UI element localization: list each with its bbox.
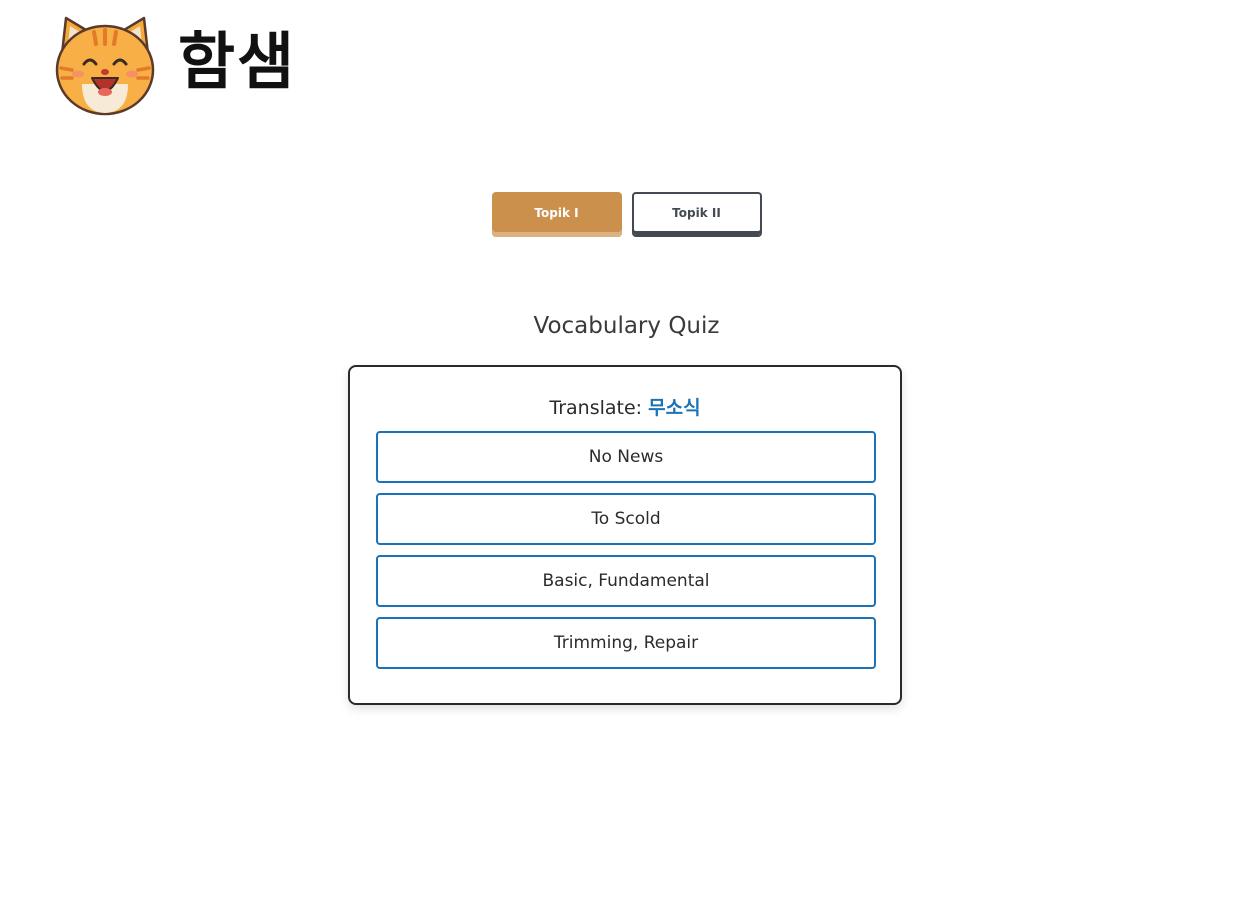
- question-label: Translate:: [549, 397, 643, 419]
- cat-face-icon: [55, 16, 155, 116]
- answer-option-3[interactable]: Basic, Fundamental: [376, 555, 876, 607]
- tab-topik-2[interactable]: Topik II: [631, 192, 762, 237]
- quiz-title: Vocabulary Quiz: [533, 313, 720, 339]
- answer-option-1[interactable]: No News: [376, 431, 876, 483]
- tab-topik-1[interactable]: Topik I: [491, 192, 622, 237]
- logo-wordmark: 함샘: [178, 25, 297, 98]
- question-word: 무소식: [648, 397, 701, 419]
- quiz-card: Translate: 무소식 No News To Scold Basic, F…: [348, 365, 902, 705]
- page: 함샘 Topik I Topik II Vocabulary Quiz Tran…: [0, 0, 1253, 900]
- answer-option-4[interactable]: Trimming, Repair: [376, 617, 876, 669]
- quiz-question: Translate: 무소식: [376, 393, 874, 423]
- home-logo-link[interactable]: 함샘: [52, 12, 296, 118]
- answer-option-2[interactable]: To Scold: [376, 493, 876, 545]
- level-tabs: Topik I Topik II: [0, 192, 1253, 237]
